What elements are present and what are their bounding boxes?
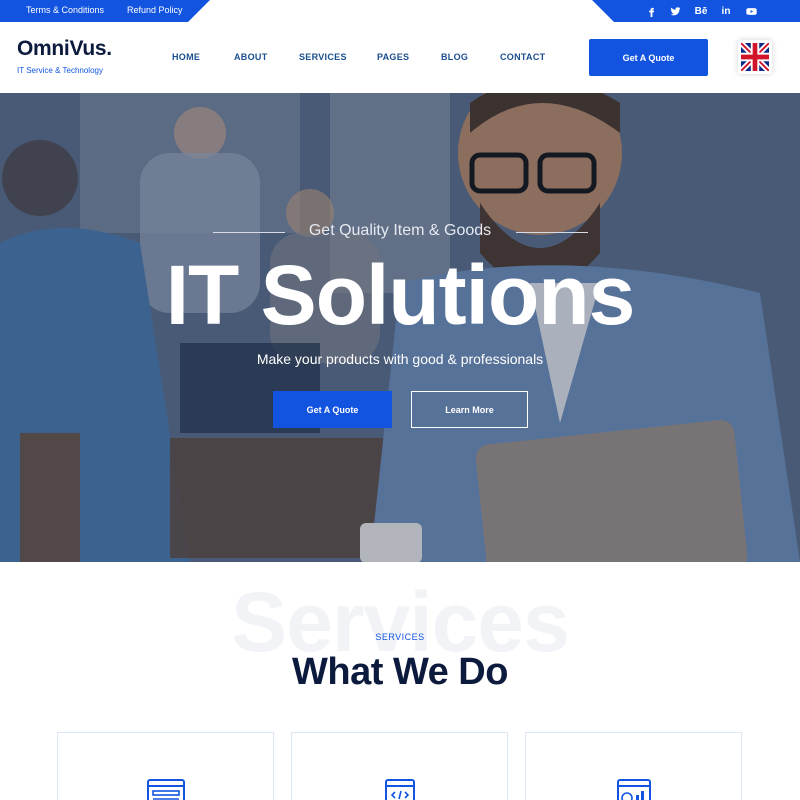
behance-icon[interactable]: Bē bbox=[694, 4, 708, 18]
main-header: OmniVus. IT Service & Technology HOME AB… bbox=[0, 22, 800, 93]
hero-subtitle: Make your products with good & professio… bbox=[256, 351, 544, 367]
site-logo[interactable]: OmniVus. bbox=[17, 37, 112, 61]
code-window-icon bbox=[380, 777, 420, 800]
linkedin-icon[interactable]: in bbox=[719, 4, 733, 18]
site-tagline: IT Service & Technology bbox=[17, 66, 103, 75]
nav-services[interactable]: SERVICES bbox=[299, 52, 347, 62]
services-title: What We Do bbox=[292, 651, 508, 693]
service-card[interactable] bbox=[57, 732, 274, 800]
service-card[interactable] bbox=[291, 732, 508, 800]
hero-title: IT Solutions bbox=[165, 248, 636, 342]
hero-learn-more-button[interactable]: Learn More bbox=[411, 391, 528, 428]
top-bar: Terms & Conditions Refund Policy Bē in bbox=[0, 0, 800, 22]
services-section: Services SERVICES What We Do bbox=[0, 562, 800, 800]
youtube-icon[interactable] bbox=[744, 4, 758, 18]
nav-home[interactable]: HOME bbox=[172, 52, 200, 62]
terms-link[interactable]: Terms & Conditions bbox=[26, 5, 104, 15]
service-card[interactable] bbox=[525, 732, 742, 800]
services-eyebrow: SERVICES bbox=[375, 632, 425, 642]
hero-get-quote-button[interactable]: Get A Quote bbox=[273, 391, 392, 428]
nav-pages[interactable]: PAGES bbox=[377, 52, 409, 62]
top-bar-right-strip: Bē in bbox=[592, 0, 800, 22]
twitter-icon[interactable] bbox=[668, 4, 682, 18]
hero-banner: Get Quality Item & Goods IT Solutions Ma… bbox=[0, 93, 800, 562]
refund-policy-link[interactable]: Refund Policy bbox=[127, 5, 183, 15]
nav-blog[interactable]: BLOG bbox=[441, 52, 468, 62]
header-get-quote-button[interactable]: Get A Quote bbox=[589, 39, 708, 76]
nav-about[interactable]: ABOUT bbox=[234, 52, 268, 62]
browser-window-icon bbox=[146, 777, 186, 800]
hero-eyebrow: Get Quality Item & Goods bbox=[308, 222, 492, 239]
top-bar-left-strip: Terms & Conditions Refund Policy bbox=[0, 0, 210, 22]
facebook-icon[interactable] bbox=[644, 4, 658, 18]
analytics-chart-icon bbox=[614, 777, 654, 800]
uk-flag-icon[interactable] bbox=[738, 40, 772, 74]
page: Terms & Conditions Refund Policy Bē in O… bbox=[0, 0, 800, 800]
nav-contact[interactable]: CONTACT bbox=[500, 52, 545, 62]
